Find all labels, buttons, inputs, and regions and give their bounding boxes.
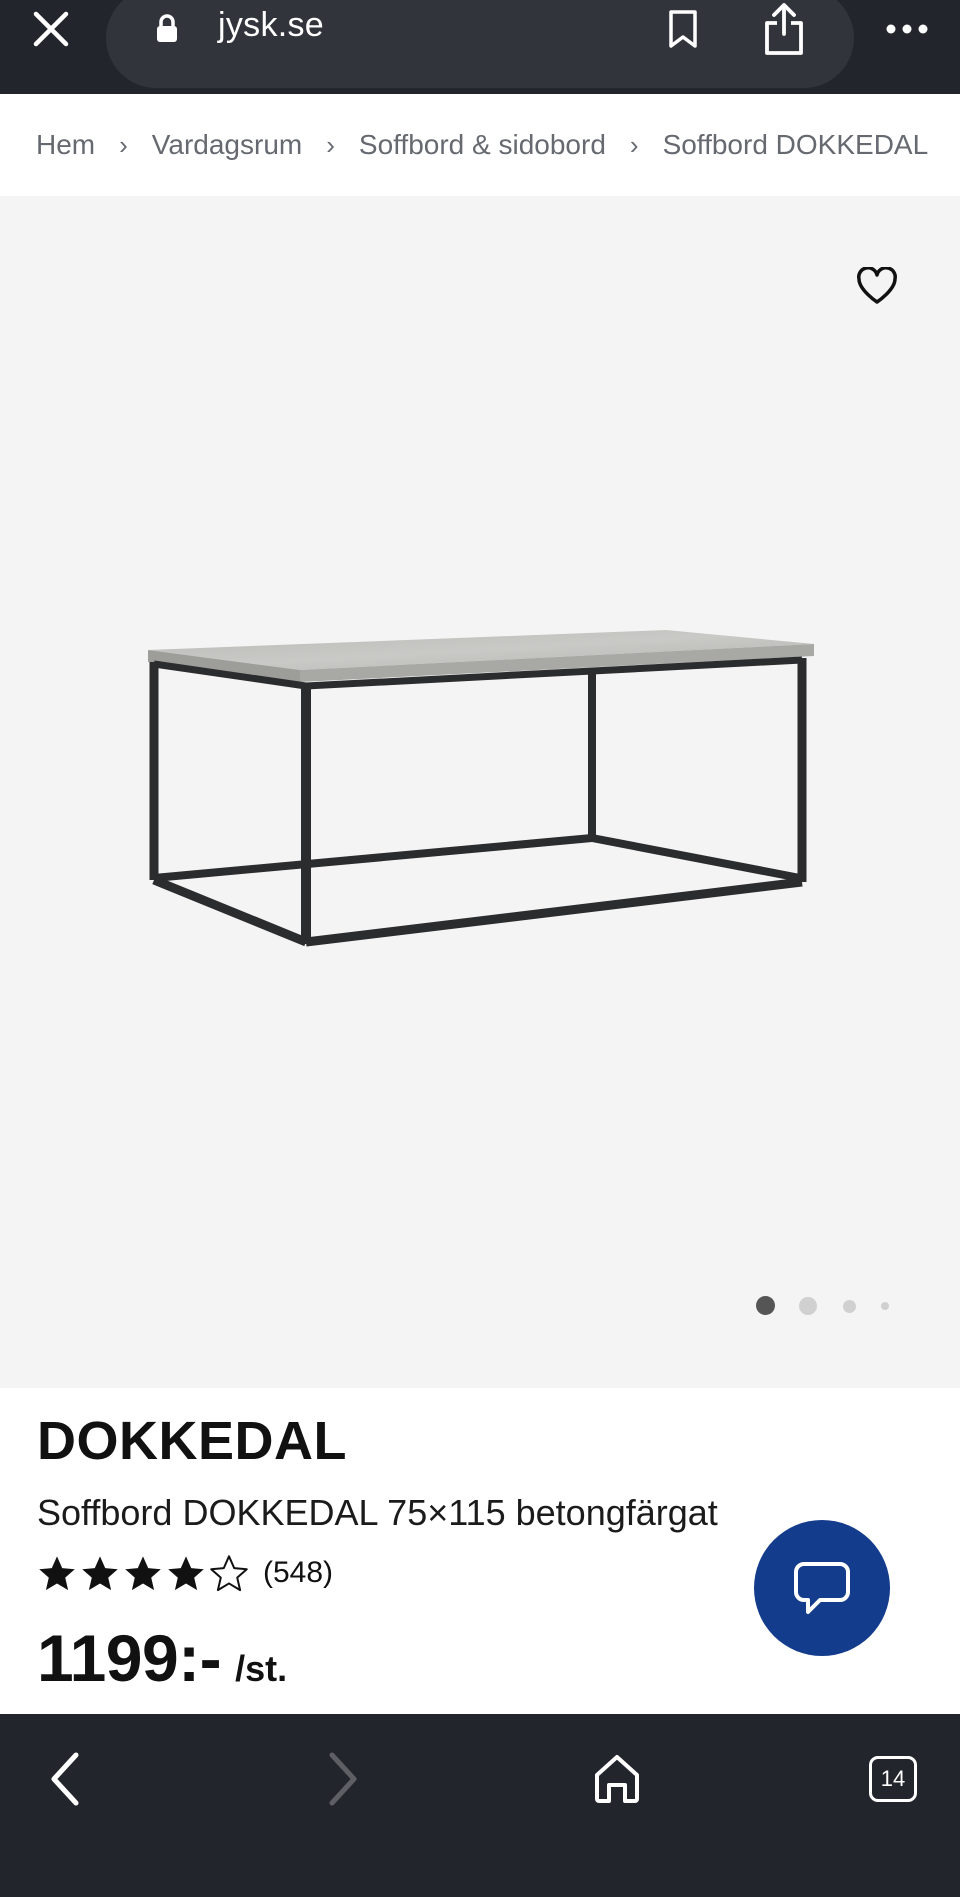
product-subtitle: Soffbord DOKKEDAL 75×115 betongfärgat	[37, 1492, 718, 1533]
chat-icon	[794, 1562, 850, 1614]
breadcrumb-coffee-side-tables[interactable]: Soffbord & sidobord	[359, 129, 606, 161]
close-icon	[33, 11, 69, 47]
tabs-button[interactable]: 14	[863, 1744, 923, 1814]
price-unit: /st.	[235, 1648, 288, 1689]
star-filled-icon	[82, 1556, 118, 1591]
lock-icon	[157, 14, 177, 42]
breadcrumb-chevron-icon: ›	[629, 129, 639, 160]
product-price: 1199:-	[37, 1621, 222, 1695]
chevron-right-icon	[329, 1752, 357, 1806]
breadcrumb-chevron-icon: ›	[119, 129, 128, 160]
heart-icon	[857, 267, 897, 304]
share-button[interactable]	[760, 0, 808, 58]
product-image	[148, 630, 814, 947]
more-icon	[886, 24, 928, 34]
gallery-dot[interactable]	[843, 1300, 856, 1313]
gallery-dot[interactable]	[881, 1302, 889, 1310]
tabs-icon: 14	[869, 1756, 917, 1802]
rating-stars	[37, 1554, 249, 1592]
url-text[interactable]: jysk.se	[218, 6, 324, 45]
more-button[interactable]	[884, 16, 930, 42]
product-image-gallery[interactable]	[0, 196, 960, 1388]
forward-button[interactable]	[312, 1744, 372, 1814]
bookmark-icon	[669, 10, 697, 48]
product-rating[interactable]: (548)	[37, 1554, 333, 1592]
chevron-left-icon	[51, 1752, 79, 1806]
share-icon	[765, 3, 803, 55]
tab-count: 14	[880, 1766, 906, 1791]
chat-button[interactable]	[754, 1520, 890, 1656]
gallery-dot-active[interactable]	[756, 1296, 775, 1315]
star-filled-icon	[168, 1556, 204, 1591]
favorite-button[interactable]	[853, 264, 901, 308]
home-icon	[595, 1755, 639, 1803]
breadcrumb-current-product[interactable]: Soffbord DOKKEDAL	[663, 129, 929, 161]
home-button[interactable]	[587, 1744, 647, 1814]
gallery-dot[interactable]	[799, 1297, 817, 1315]
breadcrumb-living-room[interactable]: Vardagsrum	[152, 129, 302, 161]
price-row: 1199:- /st.	[37, 1620, 287, 1696]
breadcrumb-home[interactable]: Hem	[36, 129, 95, 161]
browser-bottom-toolbar: 14	[0, 1714, 960, 1897]
review-count[interactable]: (548)	[263, 1556, 333, 1590]
browser-top-bar: jysk.se	[0, 0, 960, 94]
back-button[interactable]	[36, 1744, 96, 1814]
breadcrumb: Hem › Vardagsrum › Soffbord & sidobord ›…	[0, 94, 960, 196]
star-filled-icon	[125, 1556, 161, 1591]
star-filled-icon	[39, 1556, 75, 1591]
close-tab-button[interactable]	[28, 6, 74, 52]
bookmark-button[interactable]	[662, 6, 704, 52]
star-empty-icon	[210, 1555, 248, 1592]
product-brand: DOKKEDAL	[37, 1411, 347, 1471]
gallery-pagination	[0, 1296, 960, 1316]
breadcrumb-chevron-icon: ›	[326, 129, 335, 160]
